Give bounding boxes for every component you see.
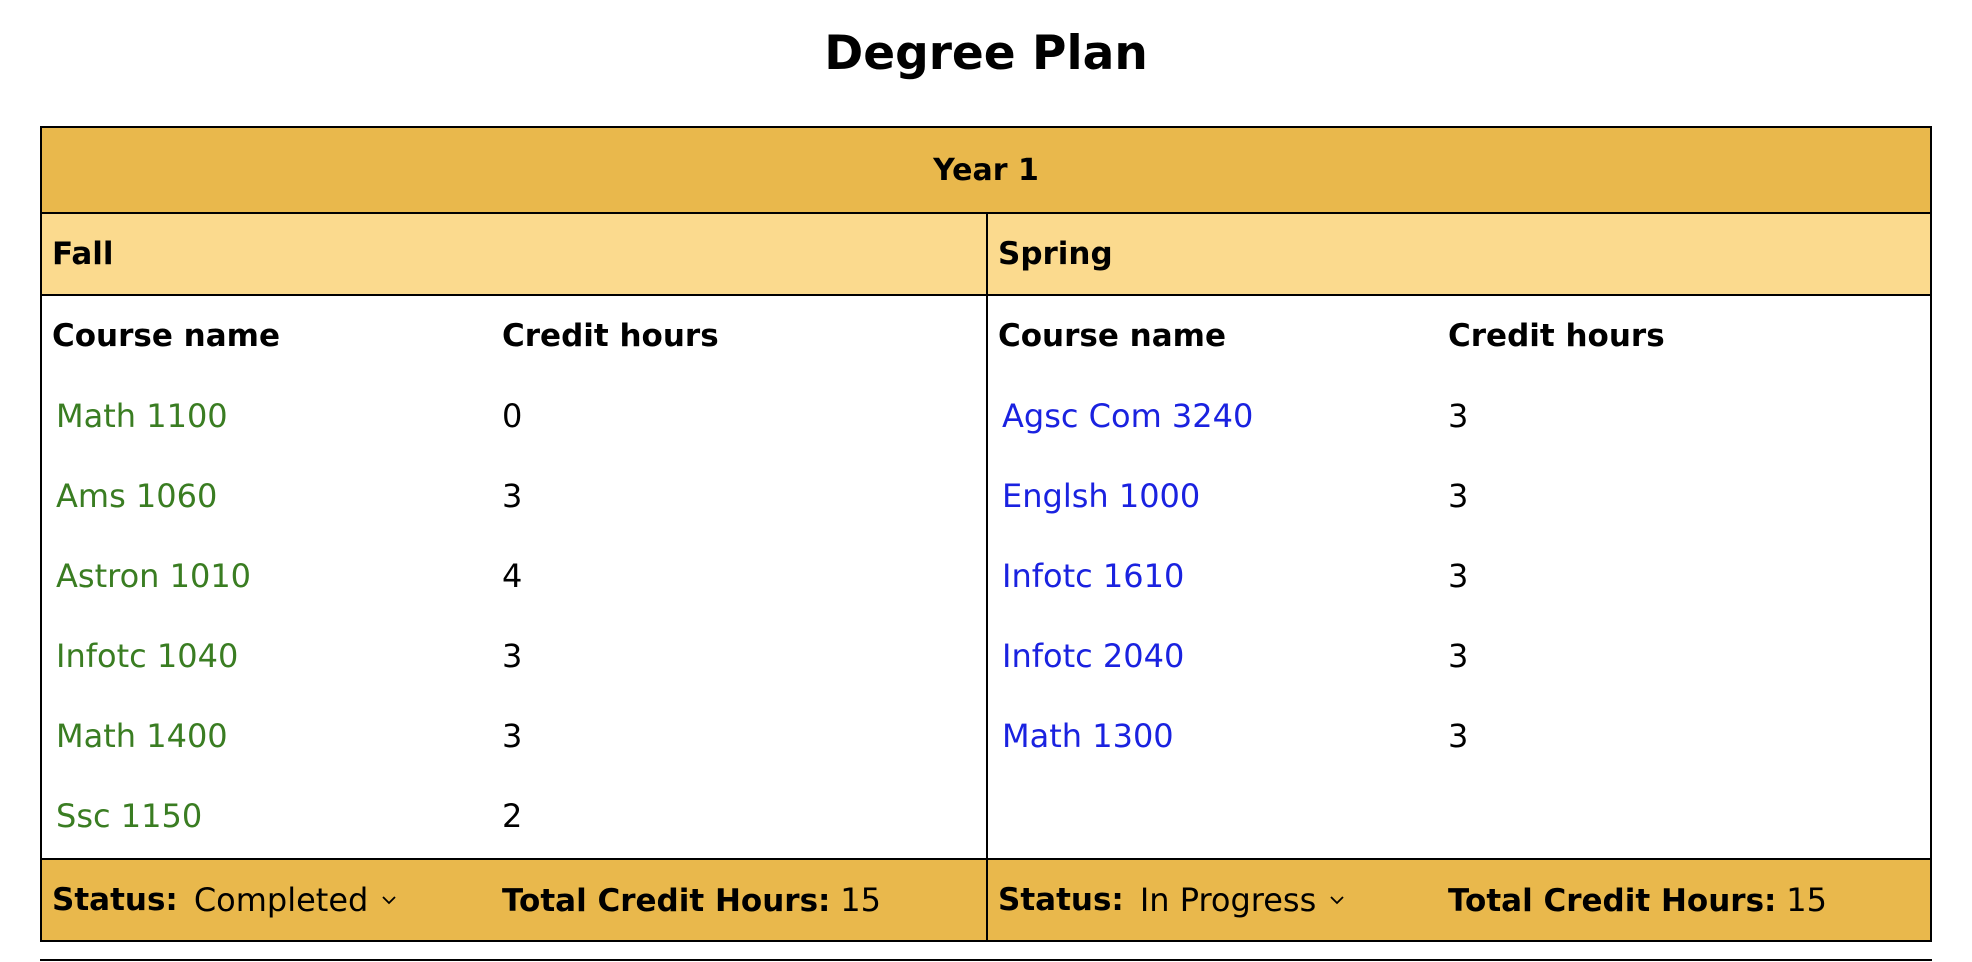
credit-hours-value: 3	[502, 477, 523, 515]
status-dropdown[interactable]: Completed	[194, 881, 401, 919]
table-row: Englsh 1000 3	[988, 456, 1930, 536]
table-row: Infotc 1040 3	[42, 616, 986, 696]
course-link[interactable]: Astron 1010	[52, 557, 251, 595]
semester-footer-fall: Status: Completed Total Credit Hours: 15	[42, 858, 986, 940]
table-row: Math 1100 0	[42, 376, 986, 456]
total-credit-hours-value: 15	[1786, 881, 1827, 919]
divider	[40, 959, 1932, 961]
course-link[interactable]: Math 1100	[52, 397, 228, 435]
credit-hours-value: 3	[502, 637, 523, 675]
column-header-credit-hours: Credit hours	[1448, 318, 1665, 354]
column-header-course-name: Course name	[998, 318, 1226, 354]
course-link[interactable]: Infotc 2040	[998, 637, 1184, 675]
total-credit-hours-label: Total Credit Hours:	[502, 883, 831, 919]
credit-hours-value: 3	[502, 717, 523, 755]
credit-hours-value: 3	[1448, 397, 1469, 435]
credit-hours-value: 3	[1448, 637, 1469, 675]
total-credit-hours-value: 15	[840, 881, 881, 919]
column-header-row: Course name Credit hours	[42, 296, 986, 376]
degree-plan-table: Year 1 Fall Course name Credit hours Mat…	[40, 126, 1932, 942]
credit-hours-value: 2	[502, 797, 523, 835]
table-row: Agsc Com 3240 3	[988, 376, 1930, 456]
total-credit-hours: Total Credit Hours: 15	[502, 881, 986, 919]
column-header-course-name: Course name	[52, 318, 280, 354]
semester-body-spring: Course name Credit hours Agsc Com 3240 3…	[988, 296, 1930, 858]
status-group: Status: Completed	[42, 881, 502, 919]
semester-footer-spring: Status: In Progress Total Credit Hours: …	[988, 858, 1930, 940]
course-link[interactable]: Agsc Com 3240	[998, 397, 1253, 435]
status-value: Completed	[193, 881, 369, 919]
credit-hours-value: 3	[1448, 717, 1469, 755]
credit-hours-value: 4	[502, 557, 523, 595]
credit-hours-value: 0	[502, 397, 523, 435]
semesters: Fall Course name Credit hours Math 1100 …	[42, 214, 1930, 940]
total-credit-hours: Total Credit Hours: 15	[1448, 881, 1930, 919]
table-row: Infotc 1610 3	[988, 536, 1930, 616]
status-label: Status:	[998, 882, 1124, 918]
semester-header-fall: Fall	[42, 214, 986, 296]
table-row: Math 1300 3	[988, 696, 1930, 776]
semester-fall: Fall Course name Credit hours Math 1100 …	[42, 214, 986, 940]
status-label: Status:	[52, 882, 178, 918]
status-value: In Progress	[1139, 881, 1317, 919]
course-link[interactable]: Infotc 1040	[52, 637, 238, 675]
table-row: Math 1400 3	[42, 696, 986, 776]
course-link[interactable]: Math 1400	[52, 717, 228, 755]
chevron-down-icon	[382, 896, 396, 905]
course-link[interactable]: Infotc 1610	[998, 557, 1184, 595]
course-link[interactable]: Englsh 1000	[998, 477, 1200, 515]
column-header-credit-hours: Credit hours	[502, 318, 719, 354]
total-credit-hours-label: Total Credit Hours:	[1448, 883, 1777, 919]
table-row: Infotc 2040 3	[988, 616, 1930, 696]
page-title: Degree Plan	[824, 26, 1148, 81]
credit-hours-value: 3	[1448, 557, 1469, 595]
table-row: Ssc 1150 2	[42, 776, 986, 856]
course-link[interactable]: Ssc 1150	[52, 797, 202, 835]
course-link[interactable]: Math 1300	[998, 717, 1174, 755]
semester-body-fall: Course name Credit hours Math 1100 0 Ams…	[42, 296, 986, 858]
status-group: Status: In Progress	[988, 881, 1448, 919]
year-header: Year 1	[42, 128, 1930, 214]
credit-hours-value: 3	[1448, 477, 1469, 515]
column-header-row: Course name Credit hours	[988, 296, 1930, 376]
table-row: Ams 1060 3	[42, 456, 986, 536]
semester-spring: Spring Course name Credit hours Agsc Com…	[986, 214, 1930, 940]
course-link[interactable]: Ams 1060	[52, 477, 217, 515]
semester-header-spring: Spring	[988, 214, 1930, 296]
chevron-down-icon	[1330, 896, 1344, 905]
status-dropdown[interactable]: In Progress	[1140, 881, 1348, 919]
table-row: Astron 1010 4	[42, 536, 986, 616]
